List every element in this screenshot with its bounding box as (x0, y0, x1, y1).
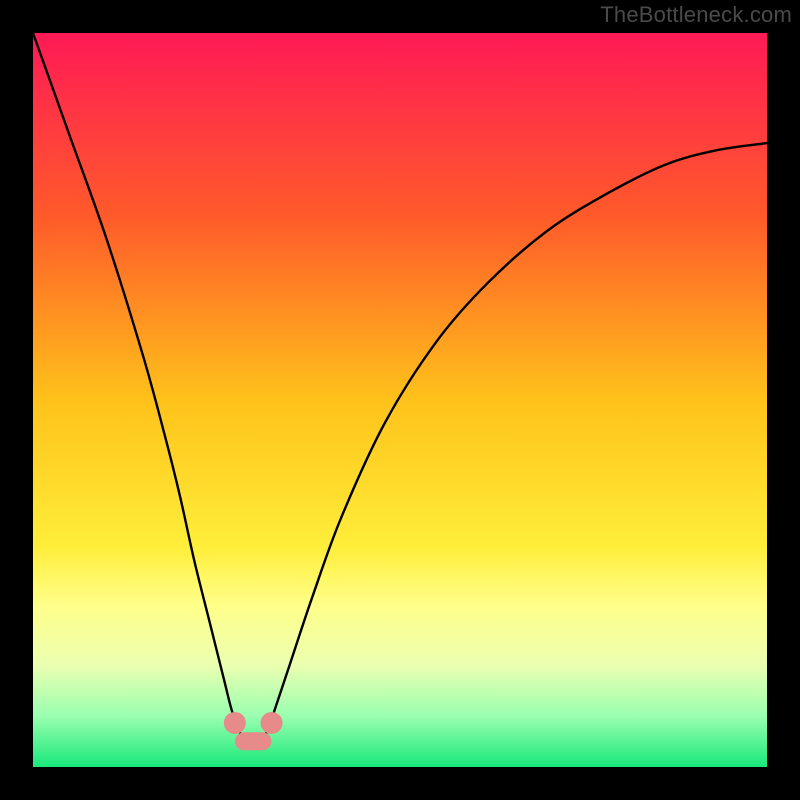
chart-plot-area (33, 33, 767, 767)
chart-background (33, 33, 767, 767)
highlight-band (235, 732, 272, 750)
chart-svg (33, 33, 767, 767)
watermark-label: TheBottleneck.com (600, 2, 792, 28)
highlight-dot-1 (261, 712, 283, 734)
highlight-dot-0 (224, 712, 246, 734)
